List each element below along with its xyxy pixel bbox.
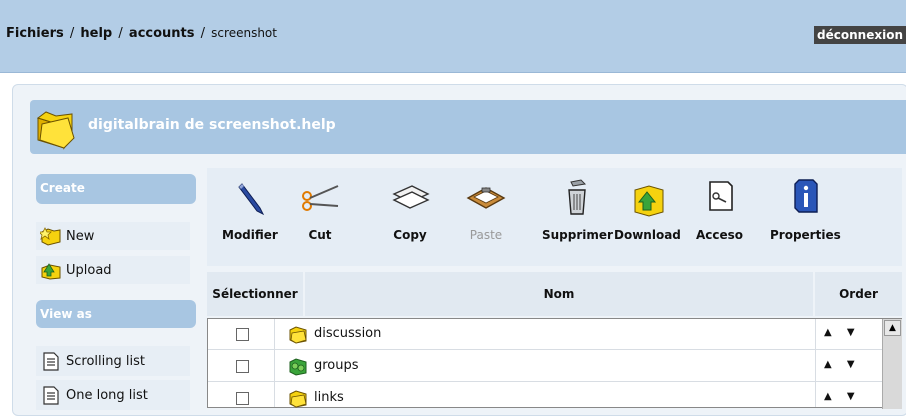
sidebar-item-scrolling-list[interactable]: Scrolling list xyxy=(36,346,190,376)
download-button[interactable]: Download xyxy=(614,176,681,242)
copy-icon xyxy=(392,185,430,209)
sidebar-item-label: New xyxy=(66,228,95,244)
sidebar-item-label: One long list xyxy=(66,387,148,403)
select-checkbox[interactable] xyxy=(236,328,249,341)
select-checkbox[interactable] xyxy=(236,360,249,373)
toolbar-label: Supprimer xyxy=(542,228,613,242)
logout-button[interactable]: déconnexion xyxy=(814,26,906,44)
breadcrumb: Fichiers / help / accounts / screenshot xyxy=(6,26,277,41)
order-arrows[interactable]: ▲ ▼ xyxy=(824,359,861,370)
new-folder-icon xyxy=(40,227,61,246)
order-arrows[interactable]: ▲ ▼ xyxy=(824,327,861,338)
column-header-nom[interactable]: Nom xyxy=(305,272,813,316)
breadcrumb-separator: / xyxy=(69,26,75,41)
key-icon xyxy=(708,181,733,211)
breadcrumb-accounts[interactable]: accounts xyxy=(129,26,195,41)
acceso-button[interactable]: Acceso xyxy=(696,176,743,242)
paste-button[interactable]: Paste xyxy=(466,176,506,242)
group-icon xyxy=(289,358,307,376)
toolbar-label: Cut xyxy=(308,228,332,242)
info-icon xyxy=(794,179,819,213)
toolbar-label: Paste xyxy=(469,228,503,242)
toolbar-label: Download xyxy=(614,228,681,242)
upload-icon xyxy=(41,263,61,280)
clipboard-icon xyxy=(466,187,506,209)
copy-button[interactable]: Copy xyxy=(390,176,430,242)
toolbar-label: Acceso xyxy=(696,228,744,242)
breadcrumb-current: screenshot xyxy=(211,26,277,40)
table-row[interactable]: groups ▲ ▼ xyxy=(208,350,882,382)
column-header-order: Order xyxy=(815,272,902,316)
folder-icon xyxy=(289,326,307,344)
download-icon xyxy=(634,185,664,217)
select-checkbox[interactable] xyxy=(236,392,249,405)
sidebar-item-label: Scrolling list xyxy=(66,353,145,369)
folder-icon xyxy=(36,111,75,150)
supprimer-button[interactable]: Supprimer xyxy=(542,176,613,242)
row-name[interactable]: discussion xyxy=(314,326,381,341)
breadcrumb-help[interactable]: help xyxy=(80,26,112,41)
row-name[interactable]: groups xyxy=(314,358,359,373)
properties-button[interactable]: Properties xyxy=(770,176,841,242)
sidebar-item-label: Upload xyxy=(66,262,112,278)
scissors-icon xyxy=(302,185,339,211)
toolbar-label: Modifier xyxy=(222,228,278,242)
trash-icon xyxy=(568,179,587,215)
cut-button[interactable]: Cut xyxy=(300,176,340,242)
breadcrumb-fichiers[interactable]: Fichiers xyxy=(6,26,64,41)
sidebar-item-new[interactable]: New xyxy=(36,222,190,250)
toolbar-label: Copy xyxy=(393,228,427,242)
table-row[interactable]: discussion ▲ ▼ xyxy=(208,318,882,350)
list-icon xyxy=(43,352,59,371)
scroll-up-arrow-icon[interactable]: ▲ xyxy=(884,320,901,336)
create-heading: Create xyxy=(36,174,196,204)
page-title: digitalbrain de screenshot.help xyxy=(88,117,336,133)
sidebar-item-one-long-list[interactable]: One long list xyxy=(36,380,190,410)
toolbar-label: Properties xyxy=(770,228,841,242)
column-header-selectionner: Sélectionner xyxy=(207,272,303,316)
view-as-heading: View as xyxy=(36,300,196,328)
pencil-icon xyxy=(238,183,265,216)
breadcrumb-separator: / xyxy=(118,26,123,41)
breadcrumb-separator: / xyxy=(200,26,206,41)
folder-icon xyxy=(289,390,307,408)
scrollbar[interactable]: ▲ xyxy=(882,319,902,409)
sidebar-item-upload[interactable]: Upload xyxy=(36,256,190,284)
order-arrows[interactable]: ▲ ▼ xyxy=(824,391,861,402)
list-icon xyxy=(43,386,59,405)
modifier-button[interactable]: Modifier xyxy=(222,176,278,242)
table-row[interactable]: links ▲ ▼ xyxy=(208,382,882,414)
